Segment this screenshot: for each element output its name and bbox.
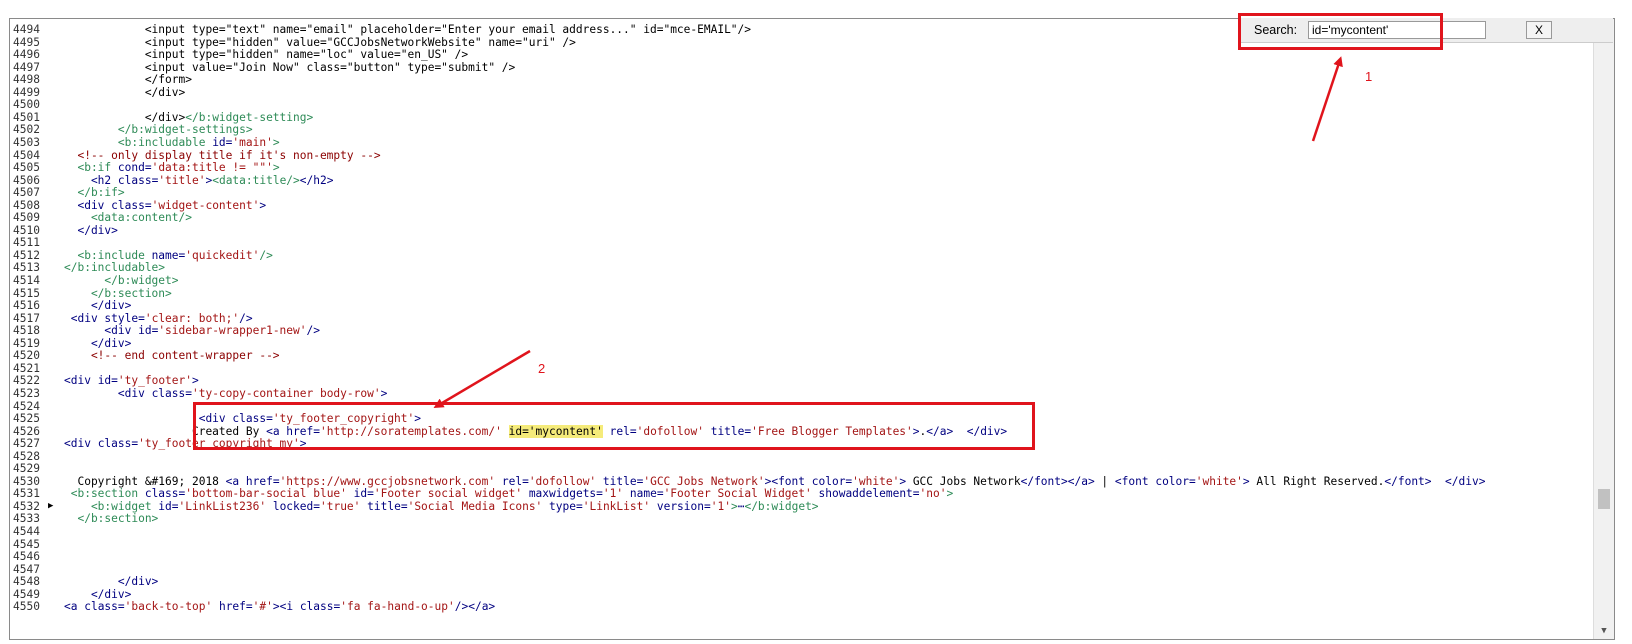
annotation-arrow-1 [1311, 56, 1343, 142]
annotation-arrows [433, 56, 1343, 409]
annotation-arrow-2 [433, 349, 531, 409]
